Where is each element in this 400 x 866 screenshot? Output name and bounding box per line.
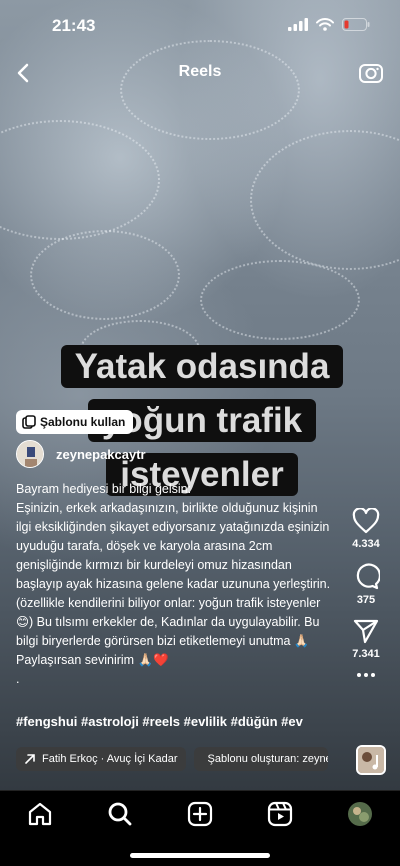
more-dots-icon[interactable] bbox=[356, 672, 376, 678]
like-count: 4.334 bbox=[352, 538, 380, 550]
reel-caption[interactable]: Bayram hediyesi bir bilgi gelsin: Eşiniz… bbox=[16, 480, 334, 689]
signal-icon bbox=[288, 18, 308, 31]
home-icon[interactable] bbox=[27, 801, 53, 827]
avatar[interactable] bbox=[16, 440, 44, 468]
hashtags[interactable]: #fengshui #astroloji #reels #evlilik #dü… bbox=[16, 714, 336, 729]
comment-count: 375 bbox=[356, 594, 376, 606]
status-time: 21:43 bbox=[52, 16, 96, 35]
send-icon[interactable] bbox=[353, 618, 379, 644]
comment-icon[interactable] bbox=[352, 562, 380, 590]
audio-thumbnail[interactable] bbox=[356, 745, 386, 775]
profile-avatar-icon[interactable] bbox=[347, 801, 373, 827]
reel-chips: Fatih Erkoç · Avuç İçi Kadar Şablonu olu… bbox=[16, 747, 328, 771]
audio-chip-label: Fatih Erkoç · Avuç İçi Kadar bbox=[42, 753, 178, 765]
share-count: 7.341 bbox=[352, 648, 380, 660]
template-icon bbox=[22, 415, 36, 429]
status-bar: 21:43 bbox=[0, 0, 400, 54]
reel-actions: 4.334 375 7.341 bbox=[346, 508, 386, 690]
share-action[interactable]: 7.341 bbox=[346, 618, 386, 660]
more-action[interactable] bbox=[346, 672, 386, 678]
heart-icon[interactable] bbox=[352, 508, 380, 534]
comment-action[interactable]: 375 bbox=[346, 562, 386, 606]
wifi-icon bbox=[316, 18, 334, 31]
use-template-label: Şablonu kullan bbox=[40, 415, 126, 429]
reels-icon[interactable] bbox=[267, 801, 293, 827]
search-icon[interactable] bbox=[107, 801, 133, 827]
plus-square-icon[interactable] bbox=[187, 801, 213, 827]
like-action[interactable]: 4.334 bbox=[346, 508, 386, 550]
arrow-up-right-icon bbox=[25, 754, 35, 764]
reels-header: Reels bbox=[0, 54, 400, 92]
page-title: Reels bbox=[178, 63, 222, 80]
avatar-image bbox=[17, 441, 43, 467]
home-indicator bbox=[130, 853, 270, 858]
camera-icon[interactable] bbox=[358, 60, 384, 86]
overlay-line-1: Yatak odasında bbox=[60, 345, 344, 388]
author-username[interactable]: zeynepakcaytr bbox=[56, 447, 146, 462]
music-note-icon bbox=[358, 747, 384, 773]
author-row[interactable]: zeynepakcaytr bbox=[16, 440, 146, 468]
template-creator-label: Şablonu oluşturan: zeynepakcaytr bbox=[207, 753, 328, 765]
battery-icon bbox=[342, 18, 370, 31]
use-template-button[interactable]: Şablonu kullan bbox=[16, 410, 134, 434]
audio-chip[interactable]: Fatih Erkoç · Avuç İçi Kadar bbox=[16, 747, 186, 771]
template-creator-chip[interactable]: Şablonu oluşturan: zeynepakcaytr bbox=[193, 747, 328, 771]
status-icons bbox=[288, 18, 370, 31]
